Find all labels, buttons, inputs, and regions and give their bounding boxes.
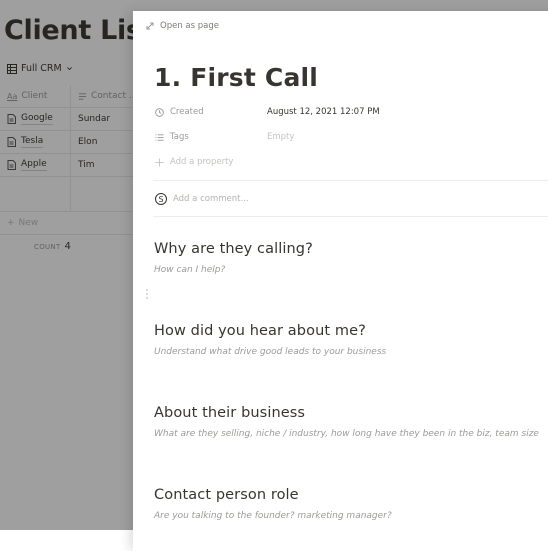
page-title-heading[interactable]: 1. First Call	[154, 63, 318, 92]
section-business: About their business What are they selli…	[154, 405, 539, 439]
section-placeholder[interactable]: Are you talking to the founder? marketin…	[154, 511, 392, 521]
avatar: S	[155, 193, 167, 205]
page-peek-modal: Open as page 1. First Call Created Augus…	[133, 11, 548, 551]
section-placeholder[interactable]: Understand what drive good leads to your…	[154, 347, 386, 357]
open-as-page-button[interactable]: Open as page	[146, 21, 219, 31]
created-value: August 12, 2021 12:07 PM	[267, 107, 380, 117]
section-heading[interactable]: Contact person role	[154, 487, 392, 503]
expand-icon	[146, 22, 154, 30]
divider	[153, 180, 548, 181]
section-placeholder[interactable]: What are they selling, niche / industry,…	[154, 429, 539, 439]
comment-input[interactable]: S Add a comment...	[155, 193, 249, 205]
drag-handle-icon[interactable]	[146, 289, 149, 299]
section-heading[interactable]: How did you hear about me?	[154, 323, 386, 339]
clock-icon	[155, 107, 164, 117]
comment-placeholder: Add a comment...	[173, 194, 249, 204]
section-why-calling: Why are they calling? How can I help?	[154, 241, 313, 275]
section-heading[interactable]: About their business	[154, 405, 539, 421]
section-hear-about: How did you hear about me? Understand wh…	[154, 323, 386, 357]
add-property-button[interactable]: Add a property	[155, 157, 267, 167]
tags-value[interactable]: Empty	[267, 132, 294, 142]
list-icon	[155, 133, 164, 141]
section-heading[interactable]: Why are they calling?	[154, 241, 313, 257]
section-contact-role: Contact person role Are you talking to t…	[154, 487, 392, 521]
divider	[153, 216, 548, 217]
property-tags[interactable]: Tags Empty	[155, 132, 294, 142]
section-placeholder[interactable]: How can I help?	[154, 265, 313, 275]
plus-icon	[155, 157, 164, 167]
property-created[interactable]: Created August 12, 2021 12:07 PM	[155, 107, 380, 117]
